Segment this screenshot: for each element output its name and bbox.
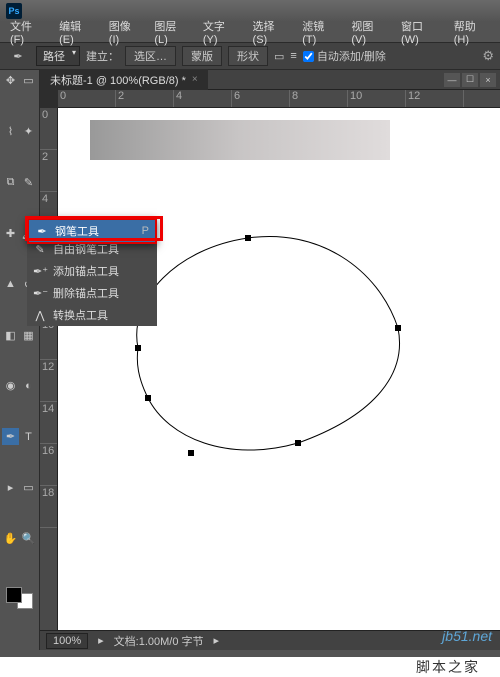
chevron-right-icon[interactable]: ▸ — [214, 634, 220, 647]
anchor-point[interactable] — [245, 235, 251, 241]
build-selection-button[interactable]: 选区… — [125, 46, 176, 66]
menu-item-label: 删除锚点工具 — [53, 285, 119, 301]
anchor-point[interactable] — [395, 325, 401, 331]
auto-checkbox-label: 自动添加/删除 — [317, 48, 386, 64]
menu-select[interactable]: 选择(S) — [247, 16, 295, 48]
doc-tab-1[interactable]: 未标题-1 @ 100%(RGB/8) * × — [40, 69, 208, 91]
freeform-pen-icon: ✎ — [33, 243, 47, 256]
move-tool[interactable]: ✥ — [2, 72, 19, 89]
mode-dropdown[interactable]: 路径 — [36, 46, 80, 66]
menu-convert-point[interactable]: ⋀ 转换点工具 — [27, 304, 157, 326]
path-select-tool[interactable]: ▸ — [2, 479, 19, 496]
blur-tool[interactable]: ◉ — [2, 377, 19, 394]
gradient-rect — [90, 120, 390, 160]
status-bar: 100% ▸ 文档:1.00M/0 字节 ▸ — [40, 630, 500, 650]
pen-flyout-menu: ✒ 钢笔工具 P — [27, 218, 157, 244]
stamp-tool[interactable]: ▲ — [2, 276, 19, 293]
menu-pen-tool[interactable]: ✒ 钢笔工具 P — [29, 220, 155, 242]
menu-file[interactable]: 文件(F) — [4, 16, 51, 48]
menu-item-label: 钢笔工具 — [55, 223, 99, 239]
anchor-point[interactable] — [145, 395, 151, 401]
menu-view[interactable]: 视图(V) — [345, 16, 393, 48]
crop-tool[interactable]: ⧉ — [2, 174, 19, 191]
build-shape-button[interactable]: 形状 — [228, 46, 268, 66]
eraser-tool[interactable]: ◧ — [2, 327, 19, 344]
build-mask-button[interactable]: 蒙版 — [182, 46, 222, 66]
gear-icon[interactable]: ⚙ — [482, 48, 494, 64]
ruler-horizontal: 024681012 — [58, 90, 500, 108]
menu-item-label: 添加锚点工具 — [53, 263, 119, 279]
eyedropper-tool[interactable]: ✎ — [20, 174, 37, 191]
pen-tool[interactable]: ✒ — [2, 428, 19, 445]
color-swatches[interactable] — [6, 587, 33, 609]
build-label: 建立： — [86, 48, 119, 64]
auto-checkbox-input[interactable] — [303, 51, 314, 62]
shape-tool[interactable]: ▭ — [20, 479, 37, 496]
pen-icon: ✒ — [35, 225, 49, 238]
add-anchor-icon: ✒⁺ — [33, 265, 47, 278]
menu-edit[interactable]: 编辑(E) — [53, 16, 101, 48]
menu-add-anchor[interactable]: ✒⁺ 添加锚点工具 — [27, 260, 157, 282]
gradient-tool[interactable]: ▦ — [20, 327, 37, 344]
ruler-vertical: 024681012141618 — [40, 108, 58, 630]
menu-help[interactable]: 帮助(H) — [448, 16, 496, 48]
pen-flyout-rest: ✎ 自由钢笔工具 ✒⁺ 添加锚点工具 ✒⁻ 删除锚点工具 ⋀ 转换点工具 — [27, 238, 157, 326]
align-icon[interactable]: ≡ — [290, 50, 296, 62]
fg-color[interactable] — [6, 587, 22, 603]
wand-tool[interactable]: ✦ — [20, 123, 37, 140]
watermark: jb51.net — [442, 628, 492, 644]
dodge-tool[interactable]: ◐ — [20, 377, 37, 394]
heal-tool[interactable]: ✚ — [2, 225, 19, 242]
maximize-button[interactable]: ☐ — [462, 73, 478, 87]
path-ops-icon[interactable]: ▭ — [274, 50, 284, 63]
page-footer: 脚本之家 — [0, 657, 500, 677]
menu-filter[interactable]: 滤镜(T) — [296, 16, 343, 48]
lasso-tool[interactable]: ⌇ — [2, 123, 19, 140]
minimize-button[interactable]: — — [444, 73, 460, 87]
doc-tab-label: 未标题-1 @ 100%(RGB/8) * — [50, 72, 186, 88]
menu-layer[interactable]: 图层(L) — [148, 16, 195, 48]
pen-icon[interactable]: ✒ — [6, 46, 30, 66]
menu-delete-anchor[interactable]: ✒⁻ 删除锚点工具 — [27, 282, 157, 304]
anchor-point[interactable] — [135, 345, 141, 351]
menu-image[interactable]: 图像(I) — [103, 16, 147, 48]
close-icon[interactable]: × — [192, 74, 198, 85]
canvas-area: 024681012 024681012141618 — [40, 90, 500, 630]
canvas[interactable] — [58, 108, 500, 630]
zoom-field[interactable]: 100% — [46, 633, 88, 649]
tools-panel: ✥ ▭ ⌇ ✦ ⧉ ✎ ✚ 🖌 ▲ ↺ ◧ ▦ ◉ ◐ ✒ T ▸ ▭ ✋ 🔍 — [0, 70, 40, 650]
menu-window[interactable]: 窗口(W) — [395, 16, 446, 48]
hand-tool[interactable]: ✋ — [2, 530, 19, 547]
doc-info: 文档:1.00M/0 字节 — [114, 633, 204, 649]
menu-type[interactable]: 文字(Y) — [197, 16, 245, 48]
shortcut-label: P — [142, 225, 149, 237]
type-tool[interactable]: T — [20, 428, 37, 445]
convert-point-icon: ⋀ — [33, 309, 47, 322]
anchor-point[interactable] — [295, 440, 301, 446]
zoom-tool[interactable]: 🔍 — [20, 530, 37, 547]
marquee-tool[interactable]: ▭ — [20, 72, 37, 89]
menu-item-label: 转换点工具 — [53, 307, 108, 323]
anchor-point[interactable] — [188, 450, 194, 456]
delete-anchor-icon: ✒⁻ — [33, 287, 47, 300]
chevron-right-icon[interactable]: ▸ — [98, 634, 104, 647]
menubar: 文件(F) 编辑(E) 图像(I) 图层(L) 文字(Y) 选择(S) 滤镜(T… — [0, 22, 500, 42]
document-tabs: 未标题-1 @ 100%(RGB/8) * × — ☐ × — [40, 70, 500, 90]
auto-add-delete-checkbox[interactable]: 自动添加/删除 — [303, 48, 386, 64]
close-button[interactable]: × — [480, 73, 496, 87]
